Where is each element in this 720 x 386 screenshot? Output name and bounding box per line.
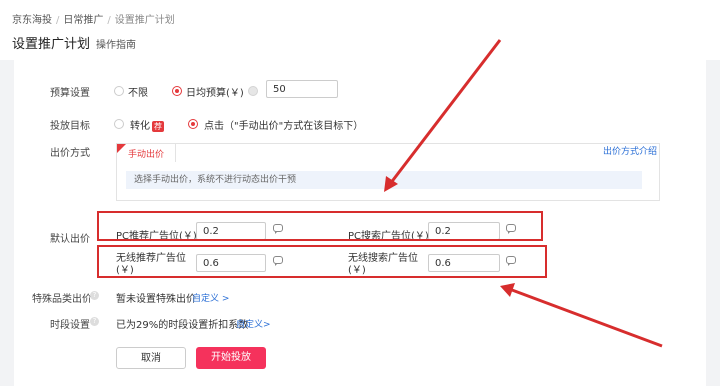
bid-method-label: 出价方式	[50, 148, 90, 159]
tab-manual-bid[interactable]: 手动出价	[116, 143, 176, 162]
special-category-custom-link[interactable]: 自定义 >	[192, 291, 229, 304]
target-convert-radio[interactable]	[114, 119, 124, 129]
timeslot-custom-link[interactable]: 自定义>	[236, 317, 271, 330]
breadcrumb-item[interactable]: 日常推广	[63, 15, 103, 26]
target-click-radio[interactable]	[188, 119, 198, 129]
start-delivery-button[interactable]: 开始投放	[196, 347, 266, 369]
bid-method-info: 选择手动出价，系统不进行动态出价干预	[126, 171, 642, 189]
budget-label: 预算设置	[50, 88, 90, 99]
help-icon[interactable]: ?	[90, 317, 99, 326]
breadcrumb-current: 设置推广计划	[114, 15, 175, 26]
budget-daily-label: 日均预算(￥)	[186, 88, 244, 99]
budget-disabled-radio	[248, 86, 258, 96]
annotation-box-pc	[97, 211, 543, 241]
annotation-box-wireless	[97, 245, 547, 278]
target-convert-option: 转化荐	[130, 117, 164, 132]
guide-link[interactable]: 操作指南	[96, 40, 136, 51]
target-click-label: 点击（"手动出价"方式在该目标下）	[204, 121, 364, 132]
breadcrumb: 京东海投 / 日常推广 / 设置推广计划	[12, 15, 175, 26]
default-bid-label: 默认出价	[50, 234, 90, 245]
recommend-badge: 荐	[152, 121, 164, 132]
timeslot-label: 时段设置	[50, 320, 90, 331]
tab-manual-bid-label: 手动出价	[128, 150, 165, 160]
breadcrumb-item[interactable]: 京东海投	[12, 15, 52, 26]
page-title-text: 设置推广计划	[12, 37, 91, 52]
budget-unlimited-label: 不限	[128, 88, 148, 99]
budget-daily-radio[interactable]	[172, 86, 182, 96]
special-category-label: 特殊品类出价	[32, 294, 92, 305]
special-category-text: 暂未设置特殊出价	[116, 294, 196, 305]
timeslot-text: 已为29%的时段设置折扣系数	[116, 320, 249, 331]
help-icon[interactable]: ?	[90, 291, 99, 300]
corner-flag-icon	[117, 144, 126, 153]
budget-unlimited-radio[interactable]	[114, 86, 124, 96]
page-title: 设置推广计划 操作指南	[12, 33, 136, 52]
budget-input[interactable]: 50	[266, 80, 338, 98]
target-convert-label: 转化	[130, 121, 150, 132]
bid-method-intro-link[interactable]: 出价方式介绍	[603, 144, 657, 157]
header: 京东海投 / 日常推广 / 设置推广计划 设置推广计划 操作指南	[0, 0, 720, 60]
target-label: 投放目标	[50, 121, 90, 132]
cancel-button[interactable]: 取消	[116, 347, 186, 369]
